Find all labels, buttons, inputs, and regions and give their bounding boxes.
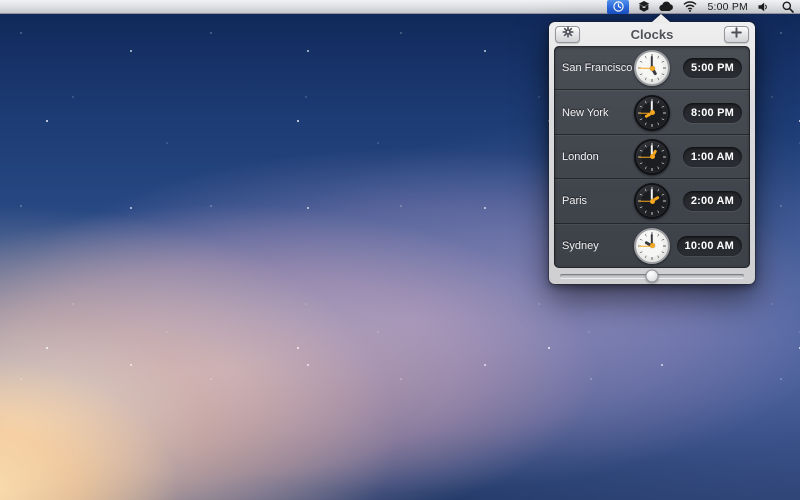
analog-clock <box>634 50 670 86</box>
menu-bar: 5:00 PM <box>0 0 800 14</box>
clock-row-san-francisco[interactable]: San Francisco 5:00 PM <box>554 46 750 90</box>
menubar-clock-time[interactable]: 5:00 PM <box>706 0 749 14</box>
time-badge: 10:00 AM <box>677 236 743 256</box>
volume-icon <box>758 2 769 12</box>
slider-knob[interactable] <box>646 270 659 283</box>
time-badge: 5:00 PM <box>683 58 742 78</box>
dropbox-menubar-item[interactable] <box>638 0 650 14</box>
time-badge: 8:00 PM <box>683 103 742 123</box>
time-badge: 2:00 AM <box>683 191 742 211</box>
city-label: London <box>562 151 634 163</box>
analog-clock <box>634 183 670 219</box>
volume-menubar-item[interactable] <box>758 0 769 14</box>
settings-button[interactable] <box>555 26 580 43</box>
clock-icon <box>613 1 624 12</box>
city-label: New York <box>562 107 634 119</box>
wifi-menubar-item[interactable] <box>683 0 697 14</box>
clock-row-new-york[interactable]: New York 8:00 PM <box>554 90 750 134</box>
wifi-icon <box>683 1 697 12</box>
analog-clock <box>634 228 670 264</box>
analog-clock <box>634 139 670 175</box>
search-icon <box>782 1 794 13</box>
city-label: Sydney <box>562 240 634 252</box>
cloud-menubar-item[interactable] <box>659 0 674 14</box>
popover-footer <box>549 268 755 284</box>
dropbox-icon <box>638 1 650 13</box>
clocks-menubar-item[interactable] <box>607 0 629 14</box>
clock-row-london[interactable]: London 1:00 AM <box>554 135 750 179</box>
time-scrub-slider[interactable] <box>560 274 744 278</box>
world-clock-list: San Francisco 5:00 PM New York 8:00 PM L… <box>554 46 750 268</box>
city-label: San Francisco <box>562 62 634 74</box>
city-label: Paris <box>562 195 634 207</box>
spotlight-menubar-item[interactable] <box>782 0 794 14</box>
gear-icon <box>562 25 574 43</box>
plus-icon <box>731 25 742 43</box>
popover-header: Clocks <box>549 22 755 46</box>
clock-row-sydney[interactable]: Sydney 10:00 AM <box>554 224 750 268</box>
analog-clock <box>634 95 670 131</box>
add-clock-button[interactable] <box>724 26 749 43</box>
time-badge: 1:00 AM <box>683 147 742 167</box>
clock-row-paris[interactable]: Paris 2:00 AM <box>554 179 750 223</box>
clocks-popover: Clocks San Francisco 5:00 PM New York 8:… <box>549 22 755 284</box>
popover-arrow <box>652 14 670 22</box>
cloud-icon <box>659 1 674 12</box>
